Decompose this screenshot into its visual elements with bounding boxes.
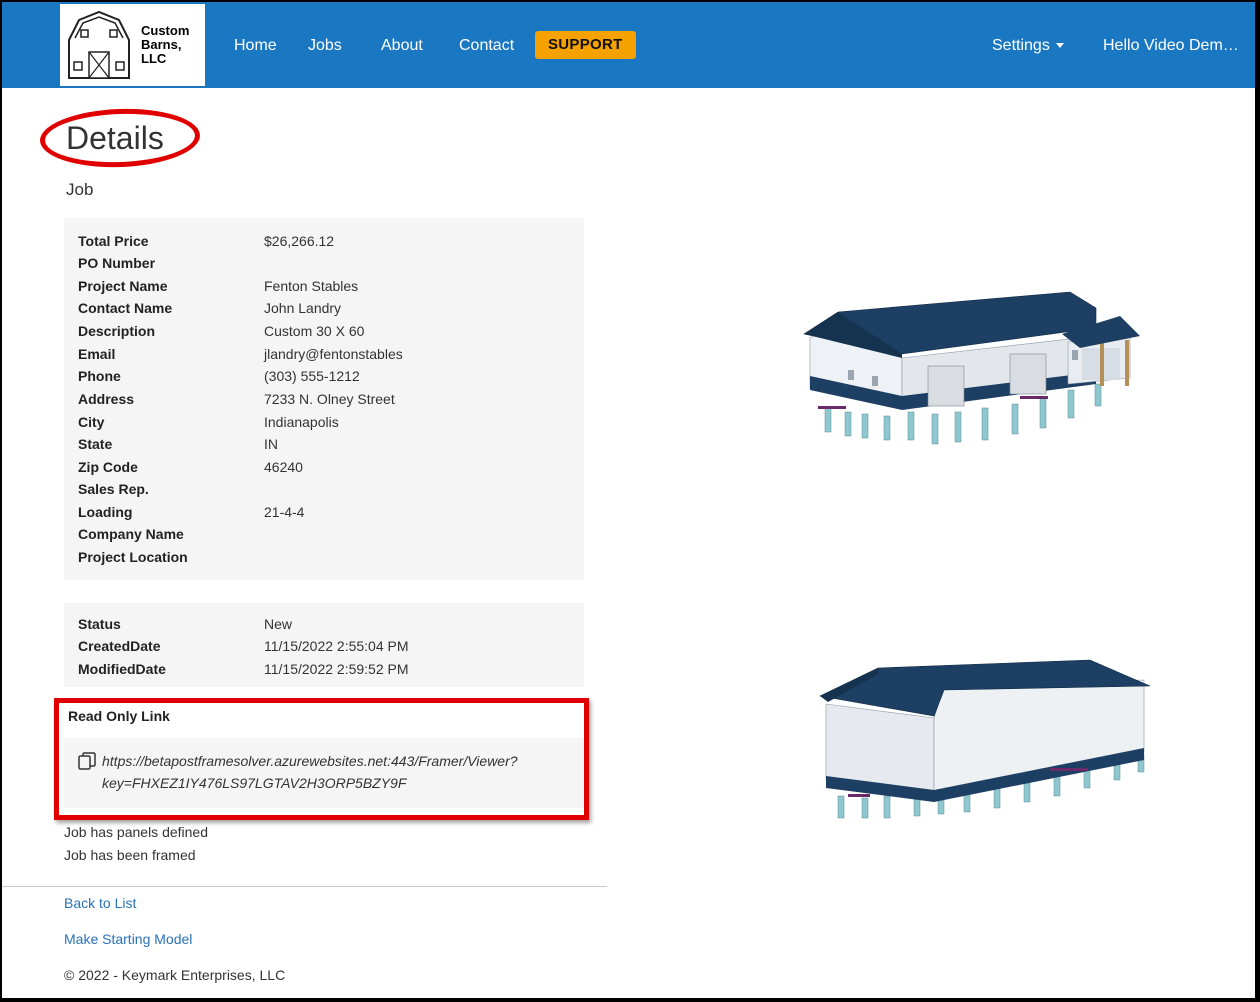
field-value: 21-4-4 — [264, 504, 305, 520]
brand-line-1: Custom — [141, 23, 190, 38]
field-label: Project Location — [78, 549, 188, 565]
brand-line-2: Barns, — [141, 37, 182, 52]
field-label: Project Name — [78, 278, 168, 294]
field-value: John Landry — [264, 300, 342, 316]
nav-about[interactable]: About — [381, 37, 423, 55]
field-label: City — [78, 414, 105, 430]
field-label: Contact Name — [78, 300, 173, 316]
barn-3d-render-rear — [819, 659, 1151, 819]
browser-viewport: Custom Barns, LLC Home Jobs About Contac… — [2, 2, 1255, 998]
make-starting-model-link[interactable]: Make Starting Model — [64, 931, 192, 947]
status-details-list: Status New CreatedDate 11/15/2022 2:55:04 … — [64, 603, 584, 687]
field-label: CreatedDate — [78, 638, 161, 654]
user-greeting-link[interactable]: Hello Video Dem… — [1103, 37, 1239, 55]
footer-divider — [2, 886, 607, 887]
field-value: Indianapolis — [264, 414, 339, 430]
brand-line-3: LLC — [141, 51, 167, 66]
field-value: New — [264, 616, 293, 632]
barn-logo-icon — [68, 10, 130, 79]
top-navbar: Custom Barns, LLC Home Jobs About Contac… — [2, 2, 1255, 88]
field-value: IN — [264, 436, 278, 452]
note-panels-defined: Job has panels defined — [64, 824, 208, 840]
field-label: Email — [78, 346, 116, 362]
brand-name: Custom Barns, LLC — [141, 24, 189, 66]
field-value: 7233 N. Olney Street — [264, 391, 395, 407]
barn-3d-render-front — [803, 291, 1140, 445]
page-subtitle: Job — [66, 180, 94, 199]
back-to-list-link[interactable]: Back to List — [64, 895, 136, 911]
field-value: (303) 555-1212 — [264, 368, 360, 384]
field-label: Phone — [78, 368, 121, 384]
caret-down-icon — [1055, 43, 1064, 49]
field-label: Zip Code — [78, 459, 138, 475]
field-value: Custom 30 X 60 — [264, 323, 365, 339]
field-value: jlandry@fentonstables — [264, 346, 403, 362]
field-label: Sales Rep. — [78, 481, 149, 497]
settings-dropdown[interactable]: Settings — [992, 37, 1064, 55]
job-details-list: Total Price $26,266.12 PO Number Project … — [64, 218, 584, 580]
field-value: 11/15/2022 2:55:04 PM — [264, 638, 409, 654]
field-value: 11/15/2022 2:59:52 PM — [264, 661, 409, 677]
copyright-text: © 2022 - Keymark Enterprises, LLC — [64, 967, 286, 983]
support-button[interactable]: SUPPORT — [535, 31, 636, 59]
nav-home[interactable]: Home — [234, 37, 277, 55]
link-highlight-rectangle — [54, 698, 589, 820]
field-label: ModifiedDate — [78, 661, 166, 677]
note-framed: Job has been framed — [64, 847, 196, 863]
field-label: Company Name — [78, 526, 184, 542]
field-value: 46240 — [264, 459, 303, 475]
nav-contact[interactable]: Contact — [459, 37, 514, 55]
brand-logo-link[interactable]: Custom Barns, LLC — [60, 4, 205, 86]
field-label: State — [78, 436, 113, 452]
field-label: PO Number — [78, 255, 156, 271]
nav-jobs[interactable]: Jobs — [308, 37, 342, 55]
settings-label: Settings — [992, 37, 1050, 54]
field-label: Total Price — [78, 233, 149, 249]
field-label: Status — [78, 616, 121, 632]
field-value: Fenton Stables — [264, 278, 359, 294]
field-label: Loading — [78, 504, 133, 520]
field-label: Description — [78, 323, 156, 339]
title-highlight-circle — [39, 106, 201, 170]
field-value: $26,266.12 — [264, 233, 335, 249]
field-label: Address — [78, 391, 135, 407]
